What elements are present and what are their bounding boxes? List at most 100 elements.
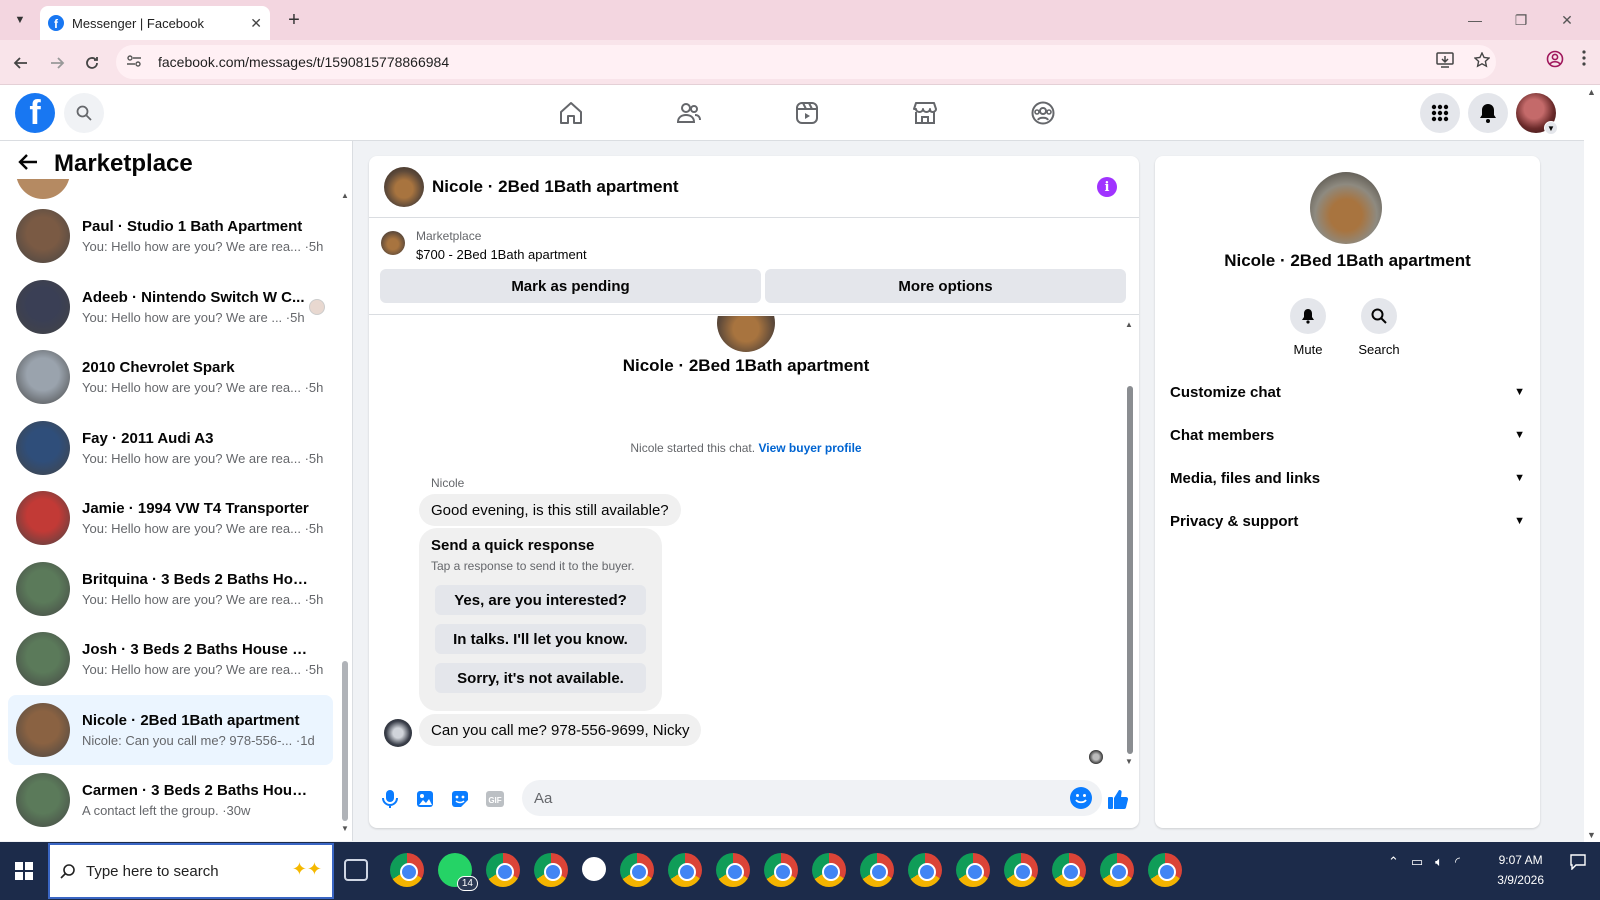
- sticker-icon[interactable]: [449, 788, 471, 810]
- chrome-icon[interactable]: [620, 853, 654, 887]
- conversation-item[interactable]: Carmen · 3 Beds 2 Baths House ... A conta…: [8, 765, 333, 836]
- friends-icon[interactable]: [630, 85, 748, 141]
- chrome-icon[interactable]: [1100, 853, 1134, 887]
- scroll-down-icon[interactable]: ▼: [341, 824, 349, 833]
- facebook-search-button[interactable]: [64, 93, 104, 133]
- mute-button[interactable]: Mute: [1278, 298, 1338, 357]
- site-info-icon[interactable]: [126, 54, 146, 71]
- media-files-links-section[interactable]: Media, files and links ▼: [1170, 463, 1525, 493]
- restore-button[interactable]: ❐: [1498, 6, 1544, 34]
- quick-response-unavailable-button[interactable]: Sorry, it's not available.: [435, 663, 646, 693]
- wifi-icon[interactable]: ◜: [1455, 854, 1460, 870]
- chrome-icon[interactable]: [716, 853, 750, 887]
- chat-avatar[interactable]: [384, 166, 424, 207]
- conversation-item[interactable]: Nicole · 2Bed 1Bath apartment Nicole: Can…: [8, 694, 333, 765]
- chat-members-section[interactable]: Chat members ▼: [1170, 420, 1525, 450]
- marketplace-icon[interactable]: [866, 85, 984, 141]
- customize-chat-section[interactable]: Customize chat ▼: [1170, 377, 1525, 407]
- back-arrow-icon[interactable]: [18, 151, 38, 177]
- message-bubble[interactable]: Good evening, is this still available?: [419, 494, 681, 526]
- notification-center-icon[interactable]: [1570, 854, 1586, 873]
- conversation-item[interactable]: Adeeb · Nintendo Switch W C... You: Hello…: [8, 272, 333, 343]
- chrome-icon[interactable]: [812, 853, 846, 887]
- photo-icon[interactable]: [414, 788, 436, 810]
- minimize-button[interactable]: —: [1452, 6, 1498, 34]
- conversation-item[interactable]: 2010 Chevrolet Spark You: Hello how are y…: [8, 342, 333, 413]
- conversation-item[interactable]: Josh · 3 Beds 2 Baths House For ... You: …: [8, 624, 333, 695]
- more-options-button[interactable]: More options: [765, 269, 1126, 303]
- microphone-icon[interactable]: [379, 788, 401, 810]
- volume-icon[interactable]: 🔈︎: [1435, 854, 1443, 870]
- forward-arrow-icon[interactable]: [44, 50, 70, 76]
- scroll-down-icon[interactable]: ▼: [1587, 830, 1596, 840]
- quick-response-yes-button[interactable]: Yes, are you interested?: [435, 585, 646, 615]
- search-conversation-button[interactable]: Search: [1349, 298, 1409, 357]
- sidebar-scrollbar[interactable]: ▲ ▼: [341, 191, 349, 833]
- scrollbar-thumb[interactable]: [1127, 386, 1133, 754]
- media-app-icon[interactable]: [582, 857, 606, 881]
- conversation-item[interactable]: Jamie · 1994 VW T4 Transporter You: Hello…: [8, 483, 333, 554]
- scrollbar-thumb[interactable]: [342, 661, 348, 821]
- sender-avatar[interactable]: [384, 719, 412, 747]
- scroll-up-icon[interactable]: ▲: [1587, 87, 1596, 97]
- chrome-icon[interactable]: [908, 853, 942, 887]
- chrome-icon[interactable]: [860, 853, 894, 887]
- new-tab-button[interactable]: +: [282, 8, 306, 32]
- facebook-logo-icon[interactable]: f: [15, 93, 55, 133]
- listing-thumbnail[interactable]: [381, 231, 405, 255]
- taskbar-search-field[interactable]: Type here to search ✦✦: [48, 843, 334, 899]
- tab-search-chevron-icon[interactable]: ▼: [8, 8, 32, 32]
- message-input[interactable]: Aa: [522, 780, 1102, 816]
- tab-close-icon[interactable]: ✕: [250, 15, 262, 32]
- chrome-icon[interactable]: [668, 853, 702, 887]
- reload-icon[interactable]: [79, 50, 105, 76]
- gif-icon[interactable]: GIF: [484, 788, 506, 810]
- conversation-item[interactable]: Paul · Studio 1 Bath Apartment You: Hello…: [8, 201, 333, 272]
- taskbar-clock[interactable]: 9:07 AM 3/9/2026: [1497, 850, 1544, 890]
- chrome-icon[interactable]: [1052, 853, 1086, 887]
- mark-pending-button[interactable]: Mark as pending: [380, 269, 761, 303]
- browser-tab[interactable]: f Messenger | Facebook ✕: [40, 6, 270, 40]
- emoji-icon[interactable]: [1070, 787, 1092, 809]
- thumbs-up-icon[interactable]: [1105, 786, 1131, 812]
- chrome-icon[interactable]: [956, 853, 990, 887]
- info-icon[interactable]: i: [1097, 177, 1117, 197]
- tray-chevron-icon[interactable]: ⌃: [1388, 854, 1399, 870]
- privacy-support-section[interactable]: Privacy & support ▼: [1170, 506, 1525, 536]
- chrome-icon[interactable]: [1004, 853, 1038, 887]
- quick-response-talks-button[interactable]: In talks. I'll let you know.: [435, 624, 646, 654]
- chrome-icon[interactable]: [764, 853, 798, 887]
- chrome-icon[interactable]: [486, 853, 520, 887]
- page-scrollbar[interactable]: ▲ ▼: [1584, 85, 1600, 842]
- home-icon[interactable]: [512, 85, 630, 141]
- chat-title[interactable]: Nicole · 2Bed 1Bath apartment: [432, 177, 679, 197]
- list-item[interactable]: [8, 179, 333, 201]
- details-avatar[interactable]: [1310, 172, 1382, 244]
- apps-grid-icon[interactable]: [1420, 93, 1460, 133]
- listing-price[interactable]: $700 - 2Bed 1Bath apartment: [416, 247, 587, 262]
- conversation-item[interactable]: Fay · 2011 Audi A3 You: Hello how are you…: [8, 413, 333, 484]
- browser-menu-icon[interactable]: [1582, 50, 1586, 73]
- groups-icon[interactable]: [984, 85, 1102, 141]
- account-avatar[interactable]: ▼: [1516, 93, 1558, 135]
- scroll-up-icon[interactable]: ▲: [341, 191, 349, 200]
- view-buyer-profile-link[interactable]: View buyer profile: [758, 441, 861, 455]
- windows-start-icon[interactable]: [0, 842, 48, 900]
- url-field[interactable]: facebook.com/messages/t/1590815778866984: [116, 45, 1496, 79]
- scroll-up-icon[interactable]: ▲: [1125, 320, 1133, 329]
- bookmark-star-icon[interactable]: [1473, 51, 1491, 73]
- install-app-icon[interactable]: [1436, 52, 1454, 73]
- network-icon[interactable]: ▭: [1411, 854, 1423, 870]
- video-icon[interactable]: [748, 85, 866, 141]
- message-bubble[interactable]: Can you call me? 978-556-9699, Nicky: [419, 714, 702, 746]
- conversation-item[interactable]: Britquina · 3 Beds 2 Baths House... You: …: [8, 554, 333, 625]
- chat-scrollbar[interactable]: ▲ ▼: [1125, 320, 1135, 766]
- whatsapp-icon[interactable]: 14: [438, 853, 478, 891]
- close-window-button[interactable]: ✕: [1544, 6, 1590, 34]
- task-view-icon[interactable]: [344, 859, 368, 881]
- notifications-bell-icon[interactable]: [1468, 93, 1508, 133]
- back-arrow-icon[interactable]: [8, 50, 34, 76]
- chrome-icon[interactable]: [534, 853, 568, 887]
- scroll-down-icon[interactable]: ▼: [1125, 757, 1133, 766]
- chrome-icon[interactable]: [390, 853, 424, 887]
